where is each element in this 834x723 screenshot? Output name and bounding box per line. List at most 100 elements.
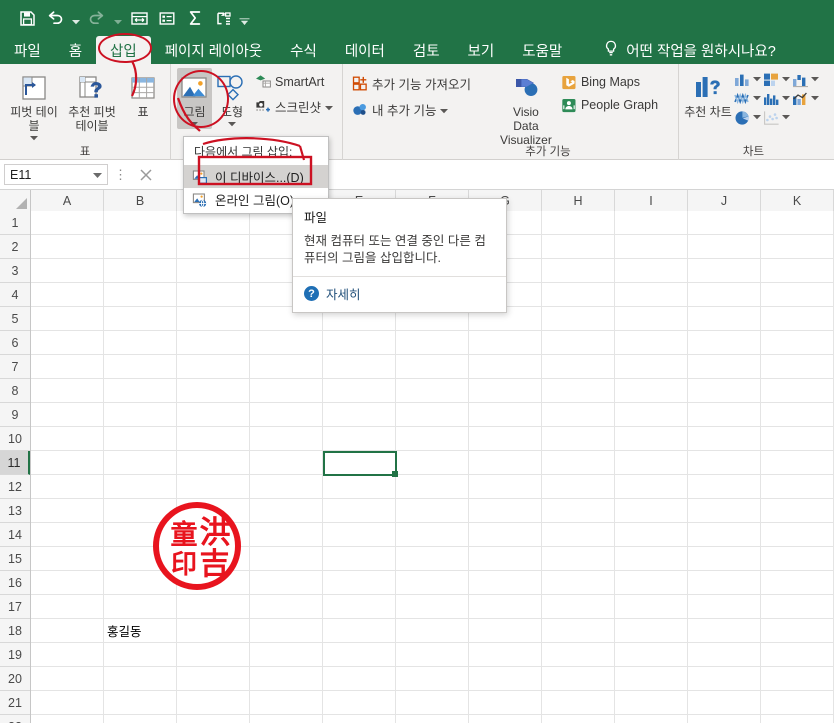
grid-cell[interactable]: [104, 427, 177, 451]
grid-cell[interactable]: [396, 379, 469, 403]
pie-chart-button[interactable]: [733, 109, 761, 126]
grid-cell[interactable]: [542, 475, 615, 499]
grid-cell[interactable]: [761, 235, 834, 259]
grid-cell[interactable]: [688, 427, 761, 451]
grid-cell[interactable]: [688, 403, 761, 427]
grid-cell[interactable]: [615, 571, 688, 595]
chevron-down-icon[interactable]: [325, 100, 333, 114]
grid-cell[interactable]: [250, 715, 323, 723]
grid-cell[interactable]: [323, 403, 396, 427]
grid-cell[interactable]: [688, 667, 761, 691]
grid-cell[interactable]: [104, 691, 177, 715]
grid-cell[interactable]: [250, 451, 323, 475]
grid-cell[interactable]: [761, 523, 834, 547]
grid-cell[interactable]: [323, 331, 396, 355]
grid-cell[interactable]: [323, 475, 396, 499]
grid-cell[interactable]: [688, 259, 761, 283]
name-box[interactable]: E11: [4, 164, 108, 185]
grid-cell[interactable]: [396, 715, 469, 723]
grid-cell[interactable]: [323, 571, 396, 595]
grid-cell[interactable]: [761, 259, 834, 283]
grid-cell[interactable]: [104, 259, 177, 283]
grid-cell[interactable]: [104, 283, 177, 307]
chevron-down-icon[interactable]: [93, 168, 102, 182]
grid-cell[interactable]: [31, 379, 104, 403]
undo-icon[interactable]: [42, 5, 68, 31]
grid-cell[interactable]: [542, 691, 615, 715]
grid-cell[interactable]: [31, 691, 104, 715]
grid-cell[interactable]: [31, 499, 104, 523]
grid-cell[interactable]: [615, 475, 688, 499]
grid-cell[interactable]: [542, 499, 615, 523]
tab-home[interactable]: 홈: [55, 36, 96, 64]
grid-cell[interactable]: [104, 403, 177, 427]
grid-cell[interactable]: [323, 427, 396, 451]
row-header[interactable]: 14: [0, 523, 30, 547]
grid-cell[interactable]: [615, 451, 688, 475]
grid-cell[interactable]: [688, 475, 761, 499]
grid-cell[interactable]: [250, 475, 323, 499]
grid-cell[interactable]: [177, 427, 250, 451]
grid-cell[interactable]: [688, 691, 761, 715]
grid-cell[interactable]: [31, 715, 104, 723]
column-header-b[interactable]: B: [104, 190, 177, 211]
grid-cell[interactable]: [396, 691, 469, 715]
grid-cell[interactable]: [688, 283, 761, 307]
tab-view[interactable]: 보기: [454, 36, 509, 64]
vertical-dots-icon[interactable]: ⋮: [108, 167, 133, 183]
grid-cell[interactable]: [761, 379, 834, 403]
grid-cell[interactable]: [615, 355, 688, 379]
grid-cell[interactable]: [177, 403, 250, 427]
grid-cell[interactable]: [396, 571, 469, 595]
grid-cell[interactable]: [396, 355, 469, 379]
grid-cell[interactable]: [615, 643, 688, 667]
tab-file[interactable]: 파일: [0, 36, 55, 64]
grid-cell[interactable]: [542, 667, 615, 691]
grid-cell[interactable]: [250, 403, 323, 427]
tell-me-search[interactable]: 어떤 작업을 원하시나요?: [604, 36, 776, 64]
scatter-chart-button[interactable]: [762, 109, 790, 126]
row-header[interactable]: 10: [0, 427, 30, 451]
undo-dropdown-icon[interactable]: [70, 5, 82, 31]
grid-cell[interactable]: [542, 427, 615, 451]
grid-cell[interactable]: [323, 499, 396, 523]
grid-cell[interactable]: [177, 595, 250, 619]
grid-cell[interactable]: [761, 499, 834, 523]
grid-cell[interactable]: [688, 643, 761, 667]
grid-cell[interactable]: [250, 643, 323, 667]
grid-cell[interactable]: [688, 307, 761, 331]
grid-cell[interactable]: [323, 379, 396, 403]
grid-cell[interactable]: [542, 259, 615, 283]
row-header[interactable]: 4: [0, 283, 30, 307]
row-header[interactable]: 16: [0, 571, 30, 595]
grid-cell[interactable]: [542, 571, 615, 595]
grid-cell[interactable]: [542, 379, 615, 403]
grid-cell[interactable]: [323, 619, 396, 643]
form-icon[interactable]: [154, 5, 180, 31]
grid-cell[interactable]: [469, 379, 542, 403]
column-chart-button[interactable]: [733, 71, 761, 88]
grid-cell[interactable]: [469, 523, 542, 547]
grid-cell[interactable]: [615, 379, 688, 403]
grid-cell[interactable]: [615, 595, 688, 619]
column-header-k[interactable]: K: [761, 190, 834, 211]
grid-cell[interactable]: [615, 691, 688, 715]
grid-cell[interactable]: [469, 427, 542, 451]
grid-cell[interactable]: [250, 331, 323, 355]
grid-cell[interactable]: [250, 379, 323, 403]
row-header[interactable]: 2: [0, 235, 30, 259]
grid-cell[interactable]: [542, 355, 615, 379]
grid-cell[interactable]: [542, 331, 615, 355]
grid-cell[interactable]: [177, 643, 250, 667]
grid-cell[interactable]: [104, 715, 177, 723]
grid-cell[interactable]: [177, 379, 250, 403]
grid-cell[interactable]: [104, 235, 177, 259]
grid-cell[interactable]: [250, 667, 323, 691]
chevron-down-icon[interactable]: [30, 133, 38, 143]
grid-cell[interactable]: [761, 355, 834, 379]
grid-cell[interactable]: [615, 667, 688, 691]
row-header[interactable]: 3: [0, 259, 30, 283]
grid-cell[interactable]: [177, 331, 250, 355]
grid-cell[interactable]: [396, 427, 469, 451]
select-all-corner[interactable]: [0, 190, 31, 211]
